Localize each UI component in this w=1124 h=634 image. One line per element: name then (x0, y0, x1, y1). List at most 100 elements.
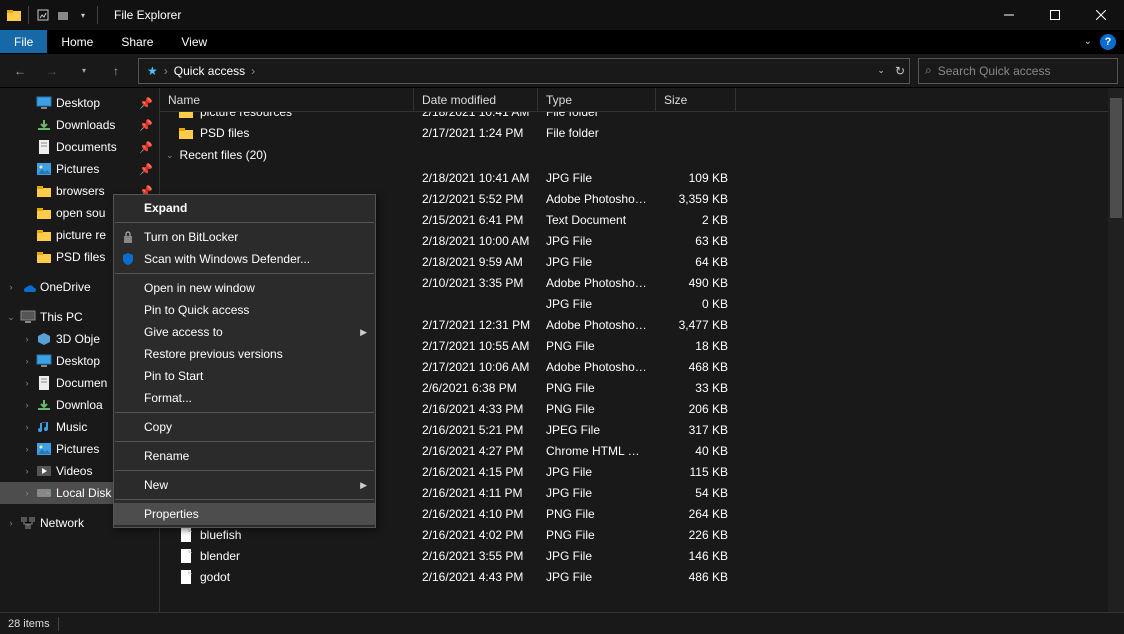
folder-icon (178, 112, 194, 120)
column-headers[interactable]: Name Date modified Type Size (160, 88, 1124, 112)
tree-item-label: 3D Obje (56, 332, 100, 346)
context-menu-item[interactable]: Pin to Start (114, 365, 375, 387)
up-button[interactable]: ↑ (102, 57, 130, 85)
file-date: 2/15/2021 6:41 PM (414, 213, 538, 227)
context-menu-item[interactable]: Rename (114, 445, 375, 467)
forward-button[interactable]: → (38, 57, 66, 85)
file-size: 3,359 KB (656, 192, 736, 206)
pictures-icon (36, 161, 52, 177)
folder-icon (36, 183, 52, 199)
breadcrumb[interactable]: Quick access (170, 64, 249, 78)
file-size: 54 KB (656, 486, 736, 500)
context-menu-item[interactable]: Expand (114, 197, 375, 219)
recent-locations-icon[interactable]: ▾ (70, 57, 98, 85)
context-menu-item[interactable]: Scan with Windows Defender... (114, 248, 375, 270)
close-button[interactable] (1078, 0, 1124, 30)
file-type: Adobe Photoshop... (538, 318, 656, 332)
file-date: 2/16/2021 4:10 PM (414, 507, 538, 521)
tree-item[interactable]: Desktop📌 (0, 92, 159, 114)
window-title: File Explorer (114, 8, 181, 22)
folder-row[interactable]: picture resources2/18/2021 10:41 AMFile … (160, 112, 1124, 122)
tree-item-label: Pictures (56, 162, 99, 176)
thispc-icon (20, 309, 36, 325)
col-size[interactable]: Size (656, 88, 736, 111)
file-date: 2/16/2021 3:55 PM (414, 549, 538, 563)
file-name: godot (200, 570, 230, 584)
context-menu-item[interactable]: New▶ (114, 474, 375, 496)
tree-item[interactable]: Documents📌 (0, 136, 159, 158)
tree-item[interactable]: Downloads📌 (0, 114, 159, 136)
context-menu-item[interactable]: Turn on BitLocker (114, 226, 375, 248)
context-menu-label: Give access to (144, 325, 223, 339)
3d-icon (36, 331, 52, 347)
folder-row[interactable]: PSD files 2/17/2021 1:24 PMFile folder (160, 122, 1124, 143)
file-date: 2/18/2021 10:41 AM (414, 171, 538, 185)
qa-properties-icon[interactable] (35, 7, 51, 23)
tree-item-label: This PC (40, 310, 83, 324)
tree-item-label: open sou (56, 206, 105, 220)
tree-item-label: Pictures (56, 442, 99, 456)
refresh-icon[interactable]: ↻ (895, 64, 905, 78)
address-bar[interactable]: ★ › Quick access › ⌄ ↻ (138, 58, 910, 84)
col-type[interactable]: Type (538, 88, 656, 111)
file-type: PNG File (538, 402, 656, 416)
file-row[interactable]: 2/18/2021 10:41 AMJPG File109 KB (160, 167, 1124, 188)
address-dropdown-icon[interactable]: ⌄ (877, 65, 885, 76)
file-size: 109 KB (656, 171, 736, 185)
qa-customize-icon[interactable]: ▾ (75, 7, 91, 23)
documents-icon (36, 139, 52, 155)
context-menu-label: Rename (144, 449, 189, 463)
file-name: PSD files (200, 126, 249, 140)
file-row[interactable]: blender2/16/2021 3:55 PMJPG File146 KB (160, 545, 1124, 566)
file-name: blender (200, 549, 240, 563)
file-date: 2/17/2021 12:31 PM (414, 318, 538, 332)
file-menu[interactable]: File (0, 30, 47, 53)
pin-icon: 📌 (139, 163, 153, 176)
crumb-sep-icon[interactable]: › (249, 64, 257, 78)
minimize-button[interactable] (986, 0, 1032, 30)
file-date: 2/17/2021 1:24 PM (414, 126, 538, 140)
folder-icon (178, 125, 194, 141)
crumb-sep-icon[interactable]: › (162, 64, 170, 78)
col-date[interactable]: Date modified (414, 88, 538, 111)
search-placeholder: Search Quick access (938, 64, 1051, 78)
group-header[interactable]: ⌄Recent files (20) (160, 143, 1124, 167)
search-input[interactable]: ⌕ Search Quick access (918, 58, 1118, 84)
explorer-icon (6, 7, 22, 23)
context-menu-item[interactable]: Properties (114, 503, 375, 525)
videos-icon (36, 463, 52, 479)
file-date: 2/12/2021 5:52 PM (414, 192, 538, 206)
ribbon-expand-icon[interactable]: ⌄ (1084, 36, 1092, 47)
defender-icon (120, 251, 136, 267)
pictures-icon (36, 441, 52, 457)
qa-newfolder-icon[interactable] (55, 7, 71, 23)
help-icon[interactable]: ? (1100, 34, 1116, 50)
file-type: File folder (538, 126, 656, 140)
file-size: 115 KB (656, 465, 736, 479)
context-menu-item[interactable]: Format... (114, 387, 375, 409)
file-icon (178, 548, 194, 564)
context-menu-item[interactable]: Give access to▶ (114, 321, 375, 343)
file-type: PNG File (538, 381, 656, 395)
col-name[interactable]: Name (160, 88, 414, 111)
file-row[interactable]: godot2/16/2021 4:43 PMJPG File486 KB (160, 566, 1124, 587)
scrollbar[interactable] (1108, 88, 1124, 612)
file-date: 2/16/2021 5:21 PM (414, 423, 538, 437)
home-tab[interactable]: Home (47, 30, 107, 53)
context-menu-item[interactable]: Pin to Quick access (114, 299, 375, 321)
share-tab[interactable]: Share (107, 30, 167, 53)
maximize-button[interactable] (1032, 0, 1078, 30)
context-menu-item[interactable]: Open in new window (114, 277, 375, 299)
file-type: JPG File (538, 486, 656, 500)
search-icon: ⌕ (925, 63, 932, 78)
context-menu-item[interactable]: Copy (114, 416, 375, 438)
back-button[interactable]: ← (6, 57, 34, 85)
context-menu-label: Pin to Quick access (144, 303, 249, 317)
view-tab[interactable]: View (167, 30, 221, 53)
status-item-count: 28 items (8, 618, 50, 630)
tree-item-label: Network (40, 516, 84, 530)
file-type: JPG File (538, 171, 656, 185)
file-date: 2/17/2021 10:55 AM (414, 339, 538, 353)
context-menu-item[interactable]: Restore previous versions (114, 343, 375, 365)
tree-item[interactable]: Pictures 📌 (0, 158, 159, 180)
